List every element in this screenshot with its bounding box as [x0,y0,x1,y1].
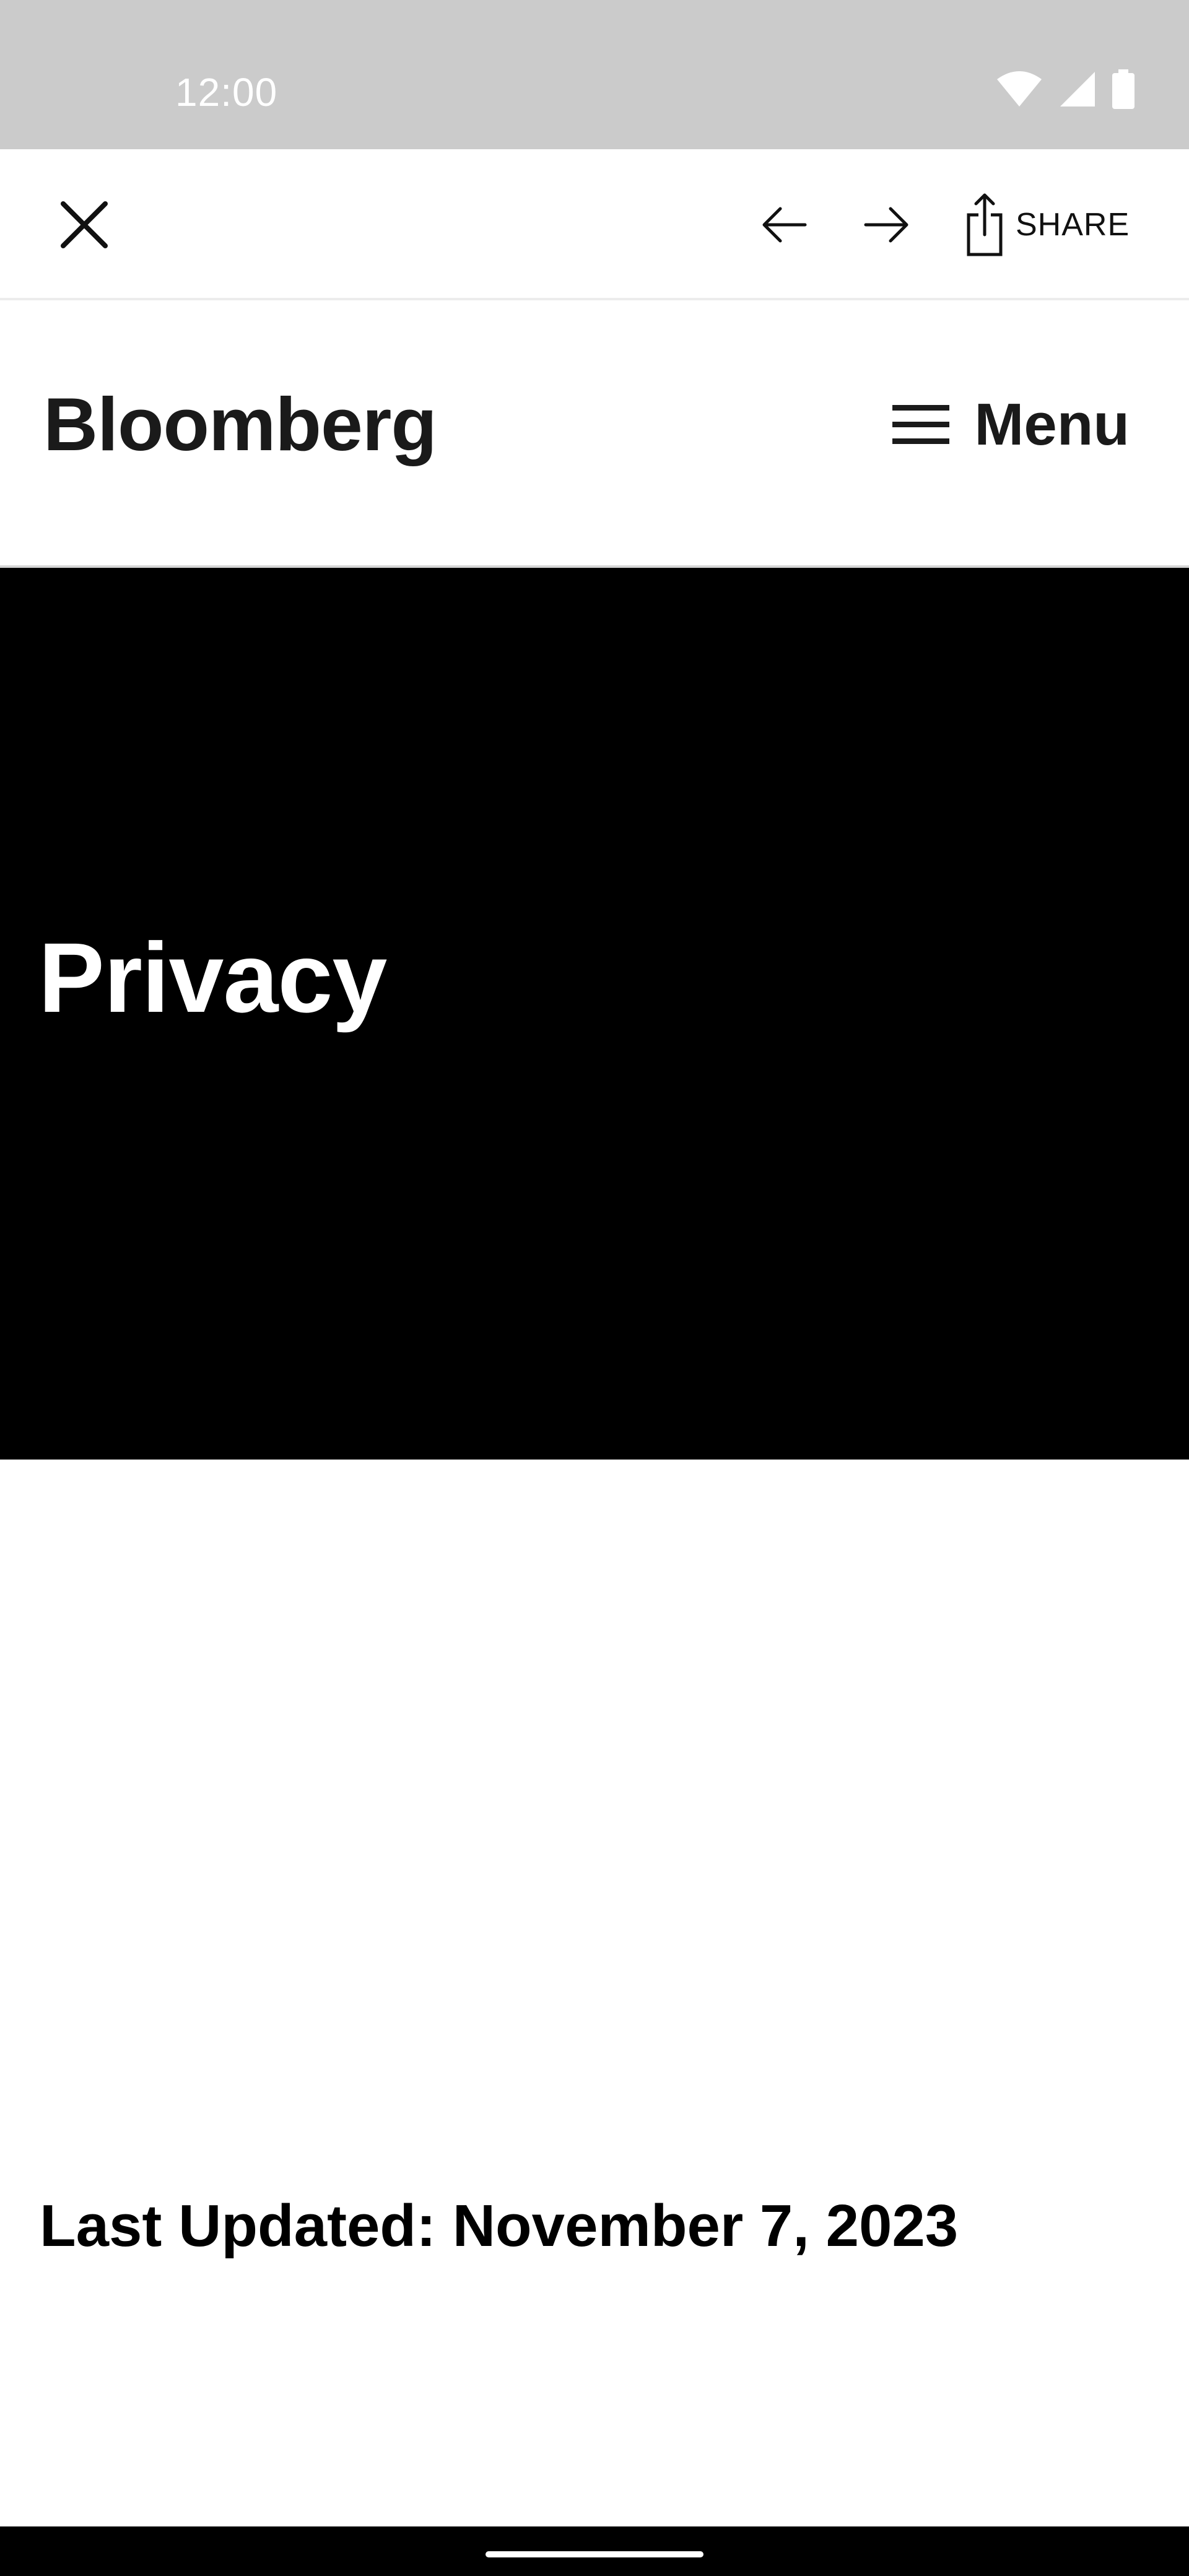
menu-button[interactable]: Menu [892,391,1130,459]
arrow-left-icon [762,207,807,243]
status-bar: 12:00 [0,0,1189,149]
home-indicator[interactable] [486,2551,703,2557]
share-button[interactable]: SHARE [966,180,1130,269]
hamburger-icon [892,405,950,444]
share-icon [967,193,1003,256]
close-icon [61,201,108,248]
page-title: Privacy [38,922,387,1033]
status-time: 12:00 [175,70,278,115]
wifi-icon [997,71,1042,107]
browser-toolbar: SHARE [0,149,1189,300]
forward-button[interactable] [852,190,921,259]
menu-label: Menu [974,391,1130,458]
close-button[interactable] [50,190,119,259]
arrow-right-icon [864,207,908,243]
status-icons [996,67,1135,111]
last-updated-text: Last Updated: November 7, 2023 [40,2193,959,2259]
bloomberg-logo[interactable]: Bloomberg [43,381,437,468]
hero-banner: Privacy [0,568,1189,1460]
site-header: Bloomberg Menu [0,300,1189,568]
share-label: SHARE [1016,207,1130,243]
back-button[interactable] [749,190,819,259]
system-nav-bar [0,2526,1189,2576]
signal-icon [1060,72,1095,107]
battery-icon [1112,69,1135,109]
